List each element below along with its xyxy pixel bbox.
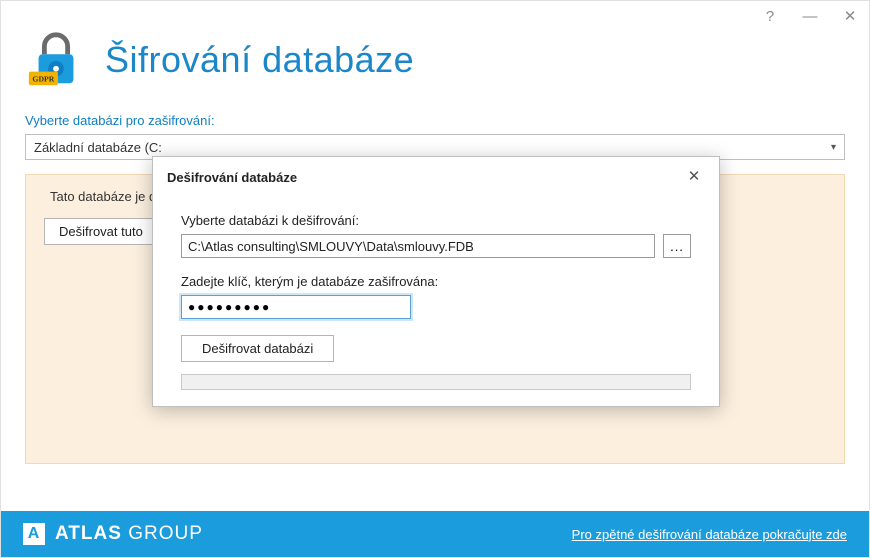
close-window-button[interactable]: ✕ <box>837 5 863 27</box>
dialog-close-button[interactable]: ✕ <box>683 167 705 187</box>
dialog-title: Dešifrování databáze <box>167 170 297 185</box>
help-button[interactable]: ? <box>757 5 783 27</box>
decrypt-this-button[interactable]: Dešifrovat tuto <box>44 218 158 245</box>
encryption-key-input[interactable] <box>181 295 411 319</box>
brand-logo: A ATLAS GROUP <box>23 523 203 545</box>
chevron-down-icon: ▾ <box>831 142 836 153</box>
window-titlebar: ? — ✕ <box>757 1 869 31</box>
gdpr-lock-icon: GDPR <box>25 29 87 91</box>
dialog-db-label: Vyberte databázi k dešifrování: <box>181 213 691 228</box>
svg-text:GDPR: GDPR <box>32 74 54 83</box>
page-title: Šifrování databáze <box>105 39 414 81</box>
decrypt-database-button[interactable]: Dešifrovat databázi <box>181 335 334 362</box>
brand-mark-icon: A <box>23 523 45 545</box>
brand-name-light: GROUP <box>122 523 203 544</box>
minimize-button[interactable]: — <box>797 5 823 27</box>
decrypt-dialog: Dešifrování databáze ✕ Vyberte databázi … <box>152 156 720 407</box>
page-header: GDPR Šifrování databáze <box>1 1 869 107</box>
brand-name-bold: ATLAS <box>55 523 122 544</box>
db-select-value: Základní databáze (C: <box>34 140 162 155</box>
db-path-input[interactable] <box>181 234 655 258</box>
progress-bar <box>181 374 691 390</box>
browse-button[interactable]: ... <box>663 234 691 258</box>
db-select-label: Vyberte databázi pro zašifrování: <box>25 113 845 128</box>
dialog-key-label: Zadejte klíč, kterým je databáze zašifro… <box>181 274 691 289</box>
reverse-decrypt-link[interactable]: Pro zpětné dešifrování databáze pokračuj… <box>572 527 847 542</box>
footer-bar: A ATLAS GROUP Pro zpětné dešifrování dat… <box>1 511 869 557</box>
